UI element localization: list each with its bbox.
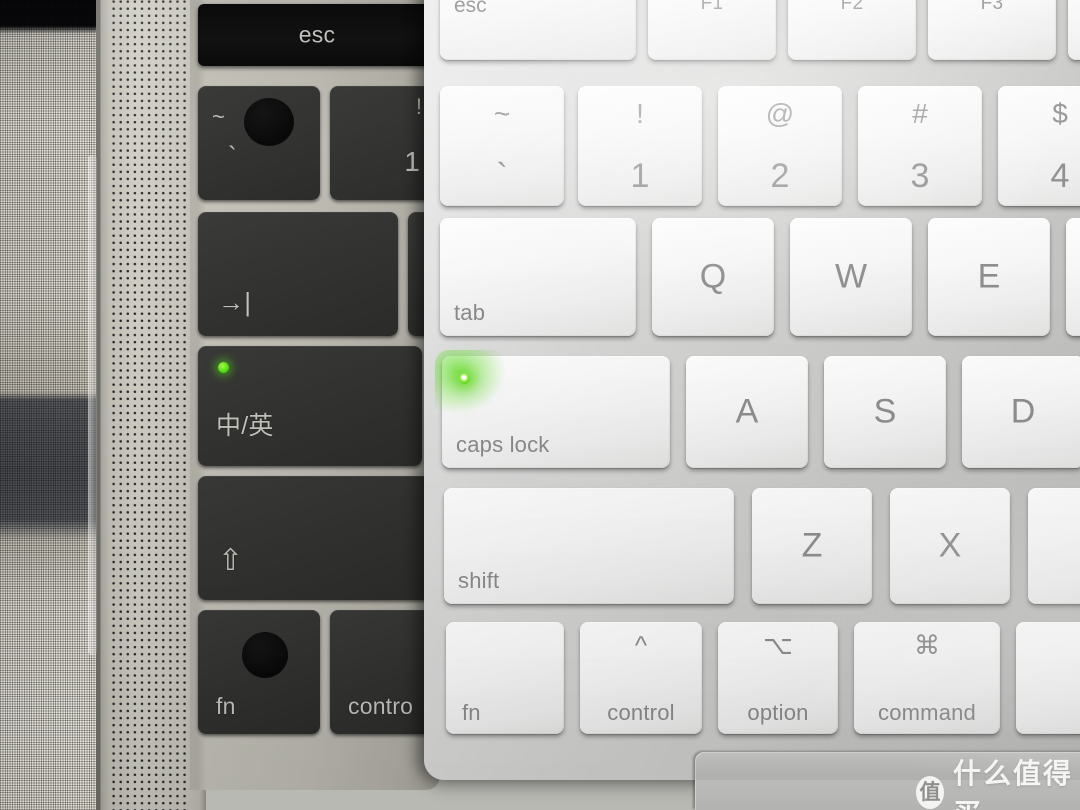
dark-key-tab[interactable]: →| — [198, 212, 398, 336]
key-three-shift-glyph: # — [912, 98, 928, 129]
dark-key-shift[interactable]: ⇧ — [198, 476, 430, 600]
key-d[interactable]: D — [962, 356, 1080, 468]
key-command-symbol-icon: ⌘ — [914, 630, 940, 660]
caps-lock-led-indicator — [459, 373, 470, 384]
key-control-symbol-icon: ^ — [634, 630, 648, 660]
key-backtick-base-glyph: ` — [496, 157, 508, 195]
key-a-label: A — [735, 392, 759, 431]
key-w-label: W — [834, 257, 868, 296]
key-fn[interactable]: fn — [446, 622, 564, 734]
dark-key-shift-label: ⇧ — [218, 544, 244, 577]
key-fn-label: fn — [462, 700, 481, 725]
key-e[interactable]: E — [928, 218, 1050, 336]
key-capslock-label: caps lock — [456, 432, 550, 457]
key-c[interactable] — [1028, 488, 1080, 604]
dark-key-esc[interactable]: esc — [198, 4, 436, 66]
key-f3-label: F3 — [980, 0, 1004, 14]
key-f1[interactable]: F1 — [648, 0, 776, 60]
chassis-edge-highlight — [88, 155, 97, 655]
cn-en-led-indicator — [218, 362, 229, 373]
key-tab[interactable]: tab — [440, 218, 636, 336]
dark-key-tab-label: →| — [218, 287, 252, 317]
dark-key-tilde-upper-label: ~ — [212, 104, 225, 129]
caps-lock-glow — [435, 350, 513, 420]
key-x-label: X — [938, 526, 962, 565]
key-option[interactable]: ⌥ option — [718, 622, 838, 734]
key-four-base-glyph: 4 — [1050, 157, 1070, 195]
key-z-label: Z — [801, 526, 823, 565]
key-option-label: option — [747, 700, 809, 725]
watermark-badge-icon: 值 — [916, 775, 944, 809]
key-w[interactable]: W — [790, 218, 912, 336]
key-smudge-spot — [244, 98, 294, 146]
dark-key-tilde-lower-label: ` — [228, 141, 237, 171]
key-q[interactable]: Q — [652, 218, 774, 336]
key-two[interactable]: @2 — [718, 86, 842, 206]
key-control[interactable]: ^ control — [580, 622, 702, 734]
key-backtick[interactable]: ~ ` — [440, 86, 564, 206]
key-q-label: Q — [699, 257, 727, 296]
key-e-label: E — [977, 257, 1001, 296]
key-x[interactable]: X — [890, 488, 1010, 604]
key-control-label: control — [607, 700, 675, 725]
key-f3[interactable]: F3 — [928, 0, 1056, 60]
key-one[interactable]: ! 1 — [578, 86, 702, 206]
key-four[interactable]: $4 — [998, 86, 1080, 206]
key-s[interactable]: S — [824, 356, 946, 468]
key-f1-label: F1 — [700, 0, 724, 14]
key-a[interactable]: A — [686, 356, 808, 468]
key-two-base-glyph: 2 — [770, 157, 790, 195]
dark-key-one-upper-label: ! — [415, 94, 422, 119]
key-one-base-glyph: 1 — [630, 157, 650, 195]
key-z[interactable]: Z — [752, 488, 872, 604]
dark-key-cn-en[interactable]: 中/英 — [198, 346, 422, 466]
key-command-label: command — [878, 700, 976, 725]
key-backtick-shift-glyph: ~ — [493, 98, 511, 129]
screenshot-root: esc ~ `! 1 →| 中/英 ⇧ fn contro esc F1 F2 F3 ~ `! 1 @2 #3 $… — [0, 0, 1080, 810]
key-f2-label: F2 — [840, 0, 864, 14]
key-three-base-glyph: 3 — [910, 157, 930, 195]
key-shift[interactable]: shift — [444, 488, 734, 604]
key-f4[interactable] — [1068, 0, 1080, 60]
key-s-label: S — [873, 392, 897, 431]
key-f2[interactable]: F2 — [788, 0, 916, 60]
dark-key-tilde[interactable]: ~ ` — [198, 86, 320, 200]
key-three[interactable]: #3 — [858, 86, 982, 206]
speaker-grille — [112, 0, 190, 810]
key-four-shift-glyph: $ — [1052, 98, 1068, 129]
watermark-text: 什么值得买 — [952, 757, 1073, 810]
key-r[interactable] — [1066, 218, 1080, 336]
key-smudge-spot — [242, 632, 288, 678]
dark-key-control-label: contro — [348, 693, 414, 719]
key-d-label: D — [1010, 392, 1036, 431]
key-tab-label: tab — [454, 300, 486, 325]
dark-key-fn[interactable]: fn — [198, 610, 320, 734]
watermark: 值 什么值得买 — [916, 752, 1080, 810]
key-esc[interactable]: esc — [440, 0, 636, 60]
key-shift-label: shift — [458, 568, 500, 593]
key-esc-label: esc — [454, 0, 487, 17]
dark-key-esc-label: esc — [298, 21, 336, 48]
dark-key-fn-label: fn — [216, 693, 236, 719]
key-option-symbol-icon: ⌥ — [763, 630, 793, 660]
dark-key-cn-en-label: 中/英 — [216, 412, 274, 440]
key-command[interactable]: ⌘ command — [854, 622, 1000, 734]
key-two-shift-glyph: @ — [765, 98, 795, 129]
key-capslock[interactable]: caps lock — [435, 350, 670, 468]
key-space[interactable] — [1016, 622, 1080, 734]
key-one-shift-glyph: ! — [636, 98, 644, 129]
dark-key-one-lower-label: 1 — [404, 146, 420, 177]
